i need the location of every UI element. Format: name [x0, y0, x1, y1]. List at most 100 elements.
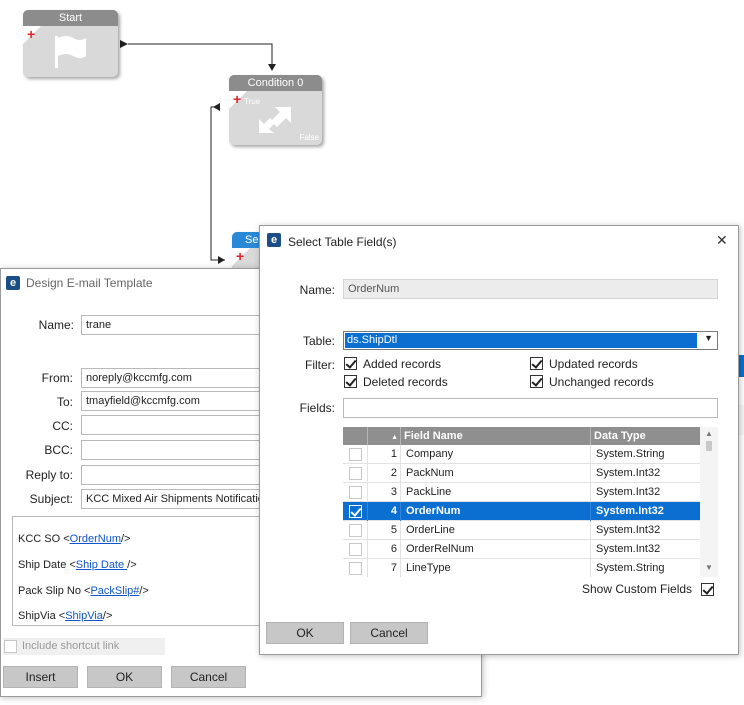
field-name-field: OrderNum: [343, 279, 718, 299]
row-field-name: OrderLine: [401, 521, 591, 540]
row-number: 7: [368, 559, 401, 577]
row-data-type: System.Int32: [596, 505, 664, 517]
field-token-link[interactable]: PackSlip#: [90, 585, 139, 597]
cc-field[interactable]: [81, 415, 271, 435]
field-token-link[interactable]: ShipVia: [65, 610, 103, 622]
scroll-up-icon[interactable]: ▲: [705, 429, 713, 438]
row-field-name: LineType: [401, 559, 591, 577]
table-row[interactable]: 1 Company System.String: [343, 445, 700, 464]
condition-node-title: Condition 0: [229, 75, 322, 91]
added-records-label: Added records: [363, 357, 442, 371]
row-checkbox[interactable]: [349, 543, 362, 556]
row-checkbox[interactable]: [349, 562, 362, 575]
row-data-type: System.String: [596, 562, 665, 574]
subject-field[interactable]: KCC Mixed Air Shipments Notification: [81, 489, 271, 509]
name-field[interactable]: trane: [81, 315, 271, 335]
grid-header: ▲ Field Name Data Type: [343, 427, 700, 445]
to-label: To:: [56, 395, 73, 409]
table-select[interactable]: ds.ShipDtl ▼: [343, 331, 718, 350]
sort-asc-icon[interactable]: ▲: [391, 434, 398, 441]
field-token-link[interactable]: Ship Date: [76, 559, 127, 571]
updated-records-label: Updated records: [549, 357, 638, 371]
table-row[interactable]: 3 PackLine System.Int32: [343, 483, 700, 502]
email-line: Pack Slip No <PackSlip#/>: [18, 585, 149, 597]
from-field[interactable]: noreply@kccmfg.com: [81, 368, 271, 388]
table-row[interactable]: 5 OrderLine System.Int32: [343, 521, 700, 540]
row-number: 3: [368, 483, 401, 502]
field-dialog-title: Select Table Field(s): [288, 235, 397, 249]
row-data-type: System.Int32: [596, 543, 661, 555]
fields-grid: ▲ Field Name Data Type 1 Company System.St…: [343, 427, 718, 577]
row-number: 1: [368, 445, 401, 464]
field-ok-button[interactable]: OK: [266, 622, 344, 644]
table-row[interactable]: 4 OrderNum System.Int32: [343, 502, 700, 521]
row-data-type: System.String: [596, 448, 665, 460]
updated-records-checkbox[interactable]: [530, 357, 543, 370]
chevron-down-icon[interactable]: ▼: [704, 333, 713, 343]
row-checkbox[interactable]: [349, 524, 362, 537]
email-line: KCC SO <OrderNum/>: [18, 533, 131, 545]
add-icon[interactable]: +: [233, 92, 241, 106]
added-records-checkbox[interactable]: [344, 357, 357, 370]
close-icon[interactable]: ✕: [716, 232, 728, 249]
include-shortcut-checkbox[interactable]: [4, 640, 17, 653]
email-line: Ship Date <Ship Date />: [18, 559, 137, 571]
col-field-name[interactable]: Field Name: [401, 427, 591, 445]
bcc-label: BCC:: [44, 443, 73, 457]
table-row[interactable]: 6 OrderRelNum System.Int32: [343, 540, 700, 559]
grid-scrollbar[interactable]: ▲ ▼: [700, 427, 718, 577]
fields-label: Fields:: [299, 401, 335, 415]
add-icon[interactable]: +: [27, 27, 35, 41]
row-checkbox[interactable]: [349, 486, 362, 499]
table-select-value: ds.ShipDtl: [345, 333, 697, 348]
condition-arrows-icon: [259, 107, 291, 133]
insert-button[interactable]: Insert: [3, 666, 78, 688]
email-dialog-title: Design E-mail Template: [26, 276, 153, 290]
from-label: From:: [41, 371, 73, 385]
start-node[interactable]: Start +: [23, 10, 118, 77]
row-field-name: PackNum: [401, 464, 591, 483]
row-field-name: OrderRelNum: [401, 540, 591, 559]
row-field-name: Company: [401, 445, 591, 464]
to-field[interactable]: tmayfield@kccmfg.com: [81, 391, 271, 411]
scroll-down-icon[interactable]: ▼: [705, 563, 713, 572]
email-line: ShipVia <ShipVia/>: [18, 610, 113, 622]
field-name-label: Name:: [299, 283, 335, 297]
include-shortcut-label: Include shortcut link: [22, 640, 120, 652]
row-number: 6: [368, 540, 401, 559]
table-label: Table:: [302, 334, 335, 348]
table-row[interactable]: 7 LineType System.String: [343, 559, 700, 577]
row-checkbox[interactable]: [349, 505, 362, 518]
filter-label: Filter:: [305, 358, 335, 372]
epicor-logo-icon: e: [267, 233, 281, 247]
row-data-type: System.Int32: [596, 486, 661, 498]
row-number: 4: [368, 502, 401, 521]
start-node-title: Start: [23, 10, 118, 26]
row-number: 5: [368, 521, 401, 540]
row-checkbox[interactable]: [349, 467, 362, 480]
fields-search-input[interactable]: [343, 398, 718, 418]
scroll-thumb[interactable]: [706, 441, 712, 451]
table-row[interactable]: 2 PackNum System.Int32: [343, 464, 700, 483]
row-field-name: OrderNum: [401, 502, 591, 521]
replyto-label: Reply to:: [25, 468, 73, 482]
email-cancel-button[interactable]: Cancel: [171, 666, 246, 688]
condition-node[interactable]: Condition 0 + True False: [229, 75, 322, 145]
field-cancel-button[interactable]: Cancel: [350, 622, 428, 644]
replyto-field[interactable]: [81, 465, 271, 485]
deleted-records-checkbox[interactable]: [344, 375, 357, 388]
subject-label: Subject:: [29, 492, 73, 506]
add-icon[interactable]: +: [236, 249, 244, 263]
show-custom-fields-checkbox[interactable]: [701, 583, 714, 596]
row-data-type: System.Int32: [596, 524, 661, 536]
unchanged-records-label: Unchanged records: [549, 375, 654, 389]
row-checkbox[interactable]: [349, 448, 362, 461]
false-label: False: [299, 133, 319, 142]
field-token-link[interactable]: OrderNum: [70, 533, 121, 545]
col-data-type[interactable]: Data Type: [591, 427, 700, 445]
unchanged-records-checkbox[interactable]: [530, 375, 543, 388]
row-field-name: PackLine: [401, 483, 591, 502]
email-ok-button[interactable]: OK: [87, 666, 162, 688]
bcc-field[interactable]: [81, 440, 271, 460]
cc-label: CC:: [52, 419, 73, 433]
